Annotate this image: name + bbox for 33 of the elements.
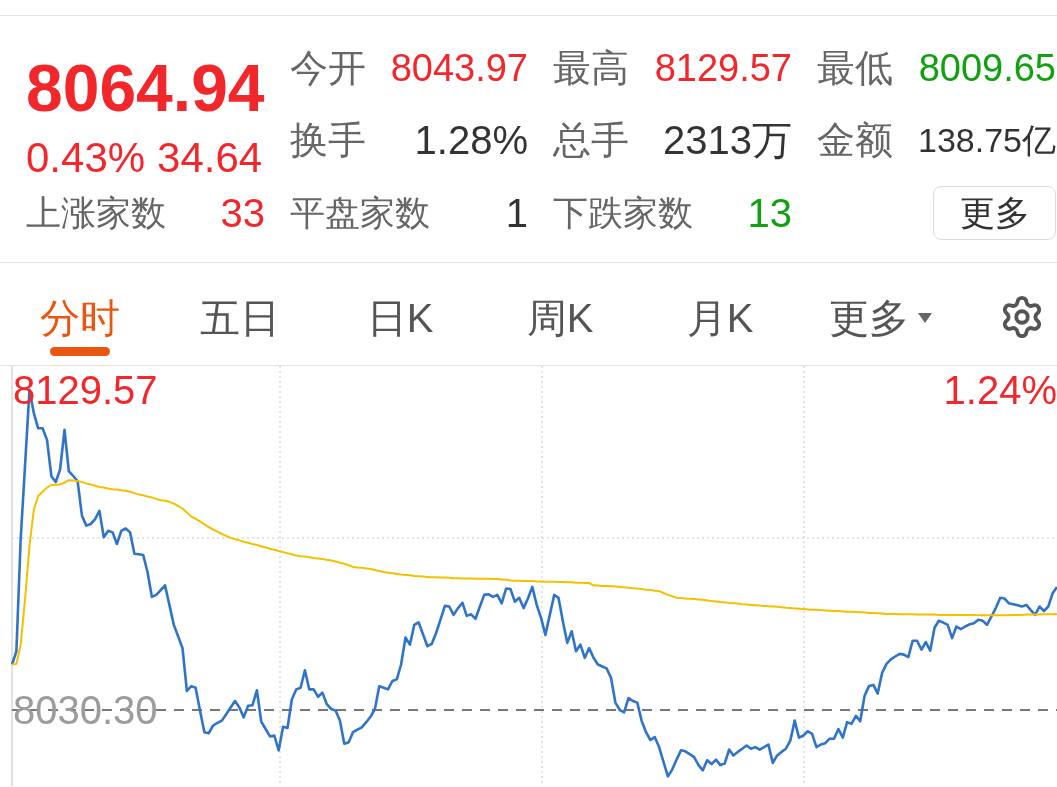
underline-icon bbox=[50, 347, 110, 356]
caret-icon bbox=[917, 313, 932, 323]
breadth-label: 上涨家数 bbox=[26, 195, 166, 230]
price-axis-label: 8129.57 bbox=[13, 370, 158, 410]
stat-label: 金额 bbox=[817, 121, 893, 159]
stat-value: 138.75亿 bbox=[918, 123, 1056, 157]
stat-value: 1.28% bbox=[414, 120, 528, 160]
last-price: 8064.94 bbox=[26, 55, 265, 121]
price-axis-label: 8030.30 bbox=[13, 690, 158, 730]
stat-label: 最高 bbox=[553, 49, 629, 87]
stat-label: 换手 bbox=[290, 121, 366, 159]
stat-value: 2313万 bbox=[663, 120, 792, 160]
chart-tab[interactable]: 日K bbox=[366, 298, 434, 338]
stat-value: 8009.65 bbox=[918, 49, 1056, 87]
breadth-label: 下跌家数 bbox=[553, 195, 693, 230]
stat-label: 总手 bbox=[553, 121, 629, 159]
chart-tab[interactable]: 月K bbox=[686, 298, 754, 338]
breadth-count: 33 bbox=[220, 192, 265, 233]
change-amount: 34.64 bbox=[157, 137, 263, 179]
stat-label: 最低 bbox=[817, 49, 893, 87]
chart-tab[interactable]: 周K bbox=[526, 298, 594, 338]
chart-tab[interactable]: 分时 bbox=[40, 298, 120, 356]
chart-tab[interactable]: 五日 bbox=[200, 298, 280, 338]
breadth-count: 13 bbox=[747, 192, 792, 233]
chart-tab[interactable]: 更多 bbox=[828, 298, 932, 338]
more-button[interactable]: 更多 bbox=[933, 185, 1056, 240]
breadth-count: 1 bbox=[505, 192, 528, 233]
stat-label: 今开 bbox=[290, 49, 366, 87]
percent-axis-label: 1.24% bbox=[943, 370, 1057, 410]
stat-value: 8043.97 bbox=[390, 49, 528, 87]
breadth-label: 平盘家数 bbox=[290, 195, 430, 230]
change-percent: 0.43% bbox=[26, 137, 146, 179]
stat-value: 8129.57 bbox=[654, 49, 792, 87]
